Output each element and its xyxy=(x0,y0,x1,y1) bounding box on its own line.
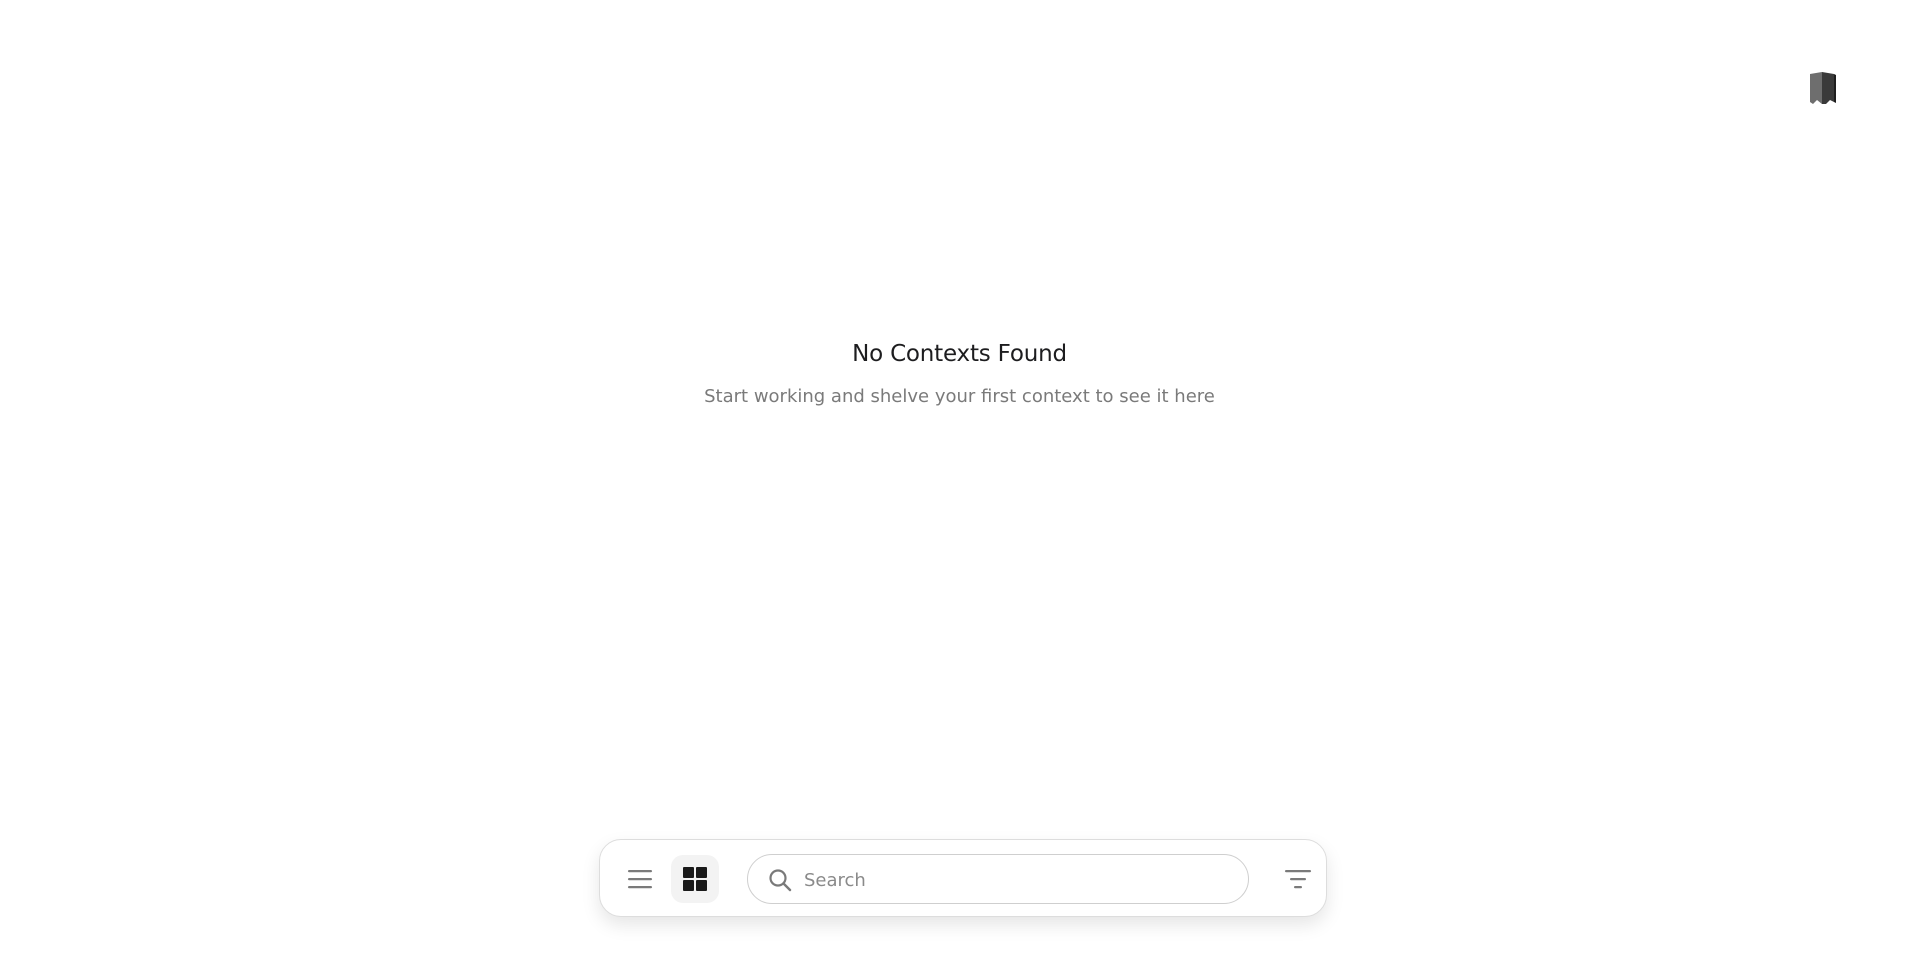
search-box[interactable] xyxy=(747,854,1249,904)
list-view-button[interactable] xyxy=(616,855,664,903)
search-icon xyxy=(769,869,792,892)
filter-icon xyxy=(1285,870,1311,889)
grid-view-button[interactable] xyxy=(671,855,719,903)
grid-icon xyxy=(683,867,707,891)
search-input[interactable] xyxy=(802,864,1226,896)
filter-button[interactable] xyxy=(1276,857,1320,901)
empty-state-title: No Contexts Found xyxy=(852,341,1067,367)
empty-state-subtitle: Start working and shelve your first cont… xyxy=(704,386,1215,407)
shelf-books-icon[interactable] xyxy=(1808,70,1838,106)
bottom-toolbar xyxy=(599,839,1327,917)
list-icon xyxy=(628,870,652,889)
app-page: No Contexts Found Start working and shel… xyxy=(0,0,1919,964)
